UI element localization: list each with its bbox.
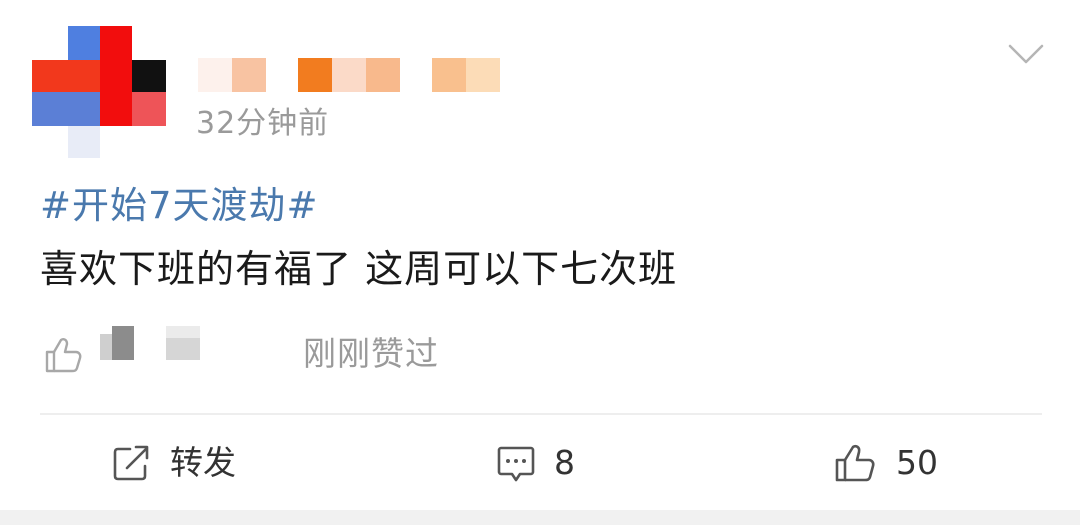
liker-avatar-pixel: [112, 326, 134, 360]
repost-button[interactable]: 转发: [112, 438, 236, 488]
username-pixel: [298, 58, 332, 92]
comment-count: 8: [554, 443, 575, 482]
avatar-pixel: [100, 26, 132, 60]
avatar-pixel: [132, 92, 166, 126]
username-obscured[interactable]: [198, 58, 500, 92]
username-pixel: [198, 58, 232, 92]
username-pixel: [432, 58, 466, 92]
hashtag-link[interactable]: #开始7天渡劫#: [40, 180, 319, 232]
post-content: 喜欢下班的有福了 这周可以下七次班: [40, 247, 678, 291]
post-time: 32分钟前: [196, 106, 330, 141]
liker-avatar-pixel: [166, 326, 200, 338]
comment-icon: [497, 446, 535, 482]
share-icon: [113, 445, 149, 481]
divider: [40, 413, 1042, 415]
avatar-pixel: [68, 26, 100, 60]
liker-avatar-pixel: [166, 338, 200, 360]
chevron-down-icon: [1008, 44, 1044, 64]
liker-avatar-pixel: [100, 334, 112, 360]
footer-separator: [0, 510, 1080, 525]
liked-status: 刚刚赞过: [303, 334, 439, 373]
avatar-pixel: [32, 60, 100, 92]
avatar-pixel: [32, 92, 100, 126]
thumbs-up-icon: [835, 444, 875, 482]
liker-avatar[interactable]: [100, 326, 134, 360]
username-pixel: [466, 58, 500, 92]
username-pixel: [232, 58, 266, 92]
avatar-pixel: [100, 92, 132, 126]
avatar-pixel: [100, 60, 132, 92]
comment-button[interactable]: 8: [496, 438, 575, 488]
avatar-pixel: [68, 126, 100, 158]
avatar[interactable]: [32, 26, 168, 158]
like-count: 50: [896, 443, 938, 482]
username-pixel: [332, 58, 366, 92]
avatar-pixel: [132, 60, 166, 92]
liker-avatar[interactable]: [166, 326, 200, 360]
thumbs-up-icon: [45, 338, 82, 373]
username-pixel: [366, 58, 400, 92]
liked-indicator: [44, 336, 84, 374]
repost-label: 转发: [170, 443, 236, 482]
like-button[interactable]: 50: [834, 438, 938, 488]
more-menu-button[interactable]: [1006, 38, 1046, 68]
